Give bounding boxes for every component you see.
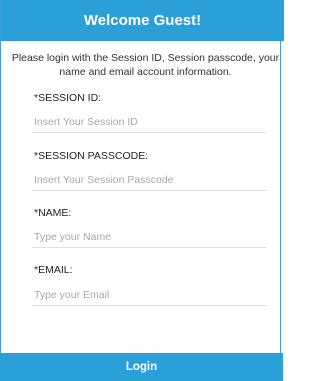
email-label: *EMAIL: [34, 264, 73, 276]
session-id-label: *SESSION ID: [34, 92, 102, 104]
session-id-input[interactable] [32, 111, 267, 133]
login-card: Welcome Guest! Please login with the Ses… [0, 0, 284, 381]
session-passcode-input[interactable] [32, 169, 267, 191]
name-label: *NAME: [34, 207, 72, 219]
welcome-title: Welcome Guest! [83, 12, 202, 29]
email-input[interactable] [32, 284, 267, 306]
name-input[interactable] [32, 226, 267, 248]
login-instructions: Please login with the Session ID, Sessio… [11, 52, 280, 78]
login-button[interactable]: Login [0, 353, 283, 381]
welcome-header: Welcome Guest! [1, 0, 284, 41]
session-passcode-label: *SESSION PASSCODE: [34, 150, 149, 162]
login-button-label: Login [125, 361, 158, 373]
